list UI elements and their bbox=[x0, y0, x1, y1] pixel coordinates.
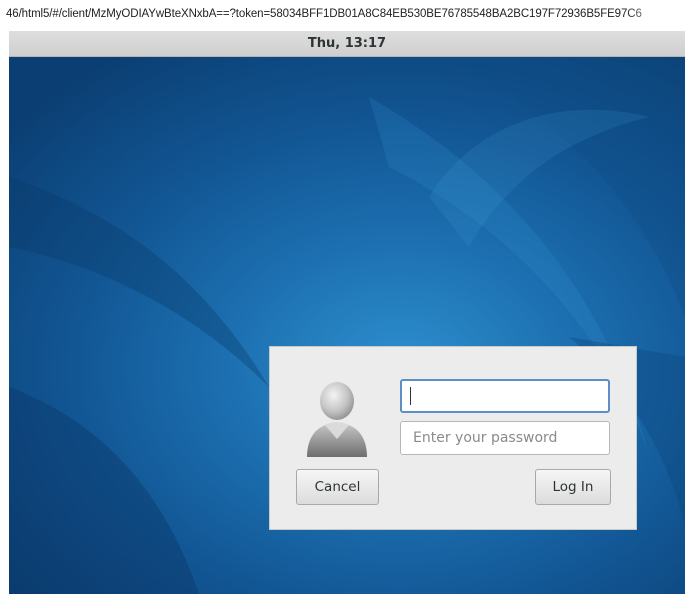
cancel-button-label: Cancel bbox=[314, 479, 361, 495]
login-screen-background: Cancel Log In bbox=[9, 57, 685, 594]
cancel-button[interactable]: Cancel bbox=[296, 469, 379, 505]
login-dialog: Cancel Log In bbox=[269, 346, 637, 530]
remote-desktop-viewport: Thu, 13:17 Cancel Log In bbox=[9, 31, 685, 594]
clock[interactable]: Thu, 13:17 bbox=[9, 36, 685, 51]
gnome-top-bar: Thu, 13:17 bbox=[9, 31, 685, 57]
user-avatar-icon bbox=[303, 379, 371, 459]
login-button-label: Log In bbox=[552, 479, 594, 495]
url-text[interactable]: 46/html5/#/client/MzMyODIAYwBteXNxbA==?t… bbox=[6, 8, 642, 20]
address-bar[interactable]: 46/html5/#/client/MzMyODIAYwBteXNxbA==?t… bbox=[0, 0, 685, 30]
username-input[interactable] bbox=[400, 379, 610, 413]
url-fade bbox=[625, 0, 685, 30]
password-input[interactable] bbox=[400, 421, 610, 455]
text-caret bbox=[410, 387, 411, 405]
login-button[interactable]: Log In bbox=[535, 469, 611, 505]
